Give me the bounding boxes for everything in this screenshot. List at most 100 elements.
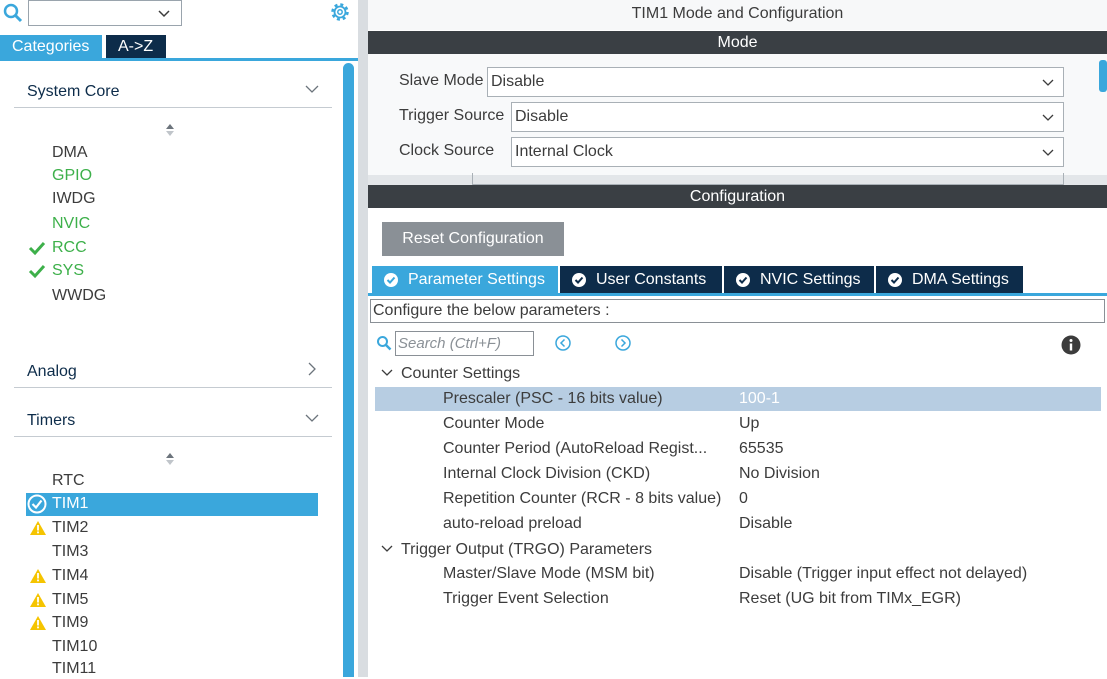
- warning-icon: [30, 616, 46, 630]
- section-timers[interactable]: Timers: [14, 408, 332, 437]
- clock-source-select[interactable]: Internal Clock: [511, 137, 1064, 167]
- sidebar-item-tim4[interactable]: TIM4: [52, 566, 88, 586]
- param-name: Counter Mode: [443, 415, 545, 432]
- sidebar-item-tim2[interactable]: TIM2: [52, 518, 88, 538]
- sidebar-item-tim5[interactable]: TIM5: [52, 590, 88, 610]
- param-row-clock-division[interactable]: Internal Clock Division (CKD) No Divisio…: [375, 462, 1101, 486]
- chevron-down-icon: [158, 10, 170, 18]
- section-analog[interactable]: Analog: [14, 359, 332, 388]
- trigger-source-value: Disable: [515, 108, 569, 125]
- partial-select: [472, 173, 1064, 185]
- sort-arrows-icon[interactable]: [164, 452, 176, 466]
- checkmark-icon: [28, 241, 46, 256]
- param-name: Master/Slave Mode (MSM bit): [443, 565, 655, 582]
- tab-user-constants[interactable]: User Constants: [560, 266, 722, 294]
- sidebar-item-tim9[interactable]: TIM9: [52, 613, 88, 633]
- slave-mode-label: Slave Mode: [399, 72, 484, 89]
- search-icon: [377, 336, 392, 351]
- param-row-counter-mode[interactable]: Counter Mode Up: [375, 412, 1101, 436]
- search-combo[interactable]: [28, 0, 182, 26]
- section-label: Timers: [27, 412, 76, 429]
- tab-categories[interactable]: Categories: [0, 35, 102, 59]
- warning-icon: [30, 569, 46, 583]
- chevron-right-icon: [308, 362, 316, 376]
- check-circle-icon: [736, 273, 750, 287]
- sidebar-item-rcc[interactable]: RCC: [52, 238, 87, 258]
- param-row-trigger-event[interactable]: Trigger Event Selection Reset (UG bit fr…: [375, 587, 1101, 611]
- gear-icon[interactable]: [328, 0, 352, 24]
- check-circle-icon: [572, 273, 586, 287]
- param-value[interactable]: No Division: [739, 462, 820, 486]
- tab-nvic-settings[interactable]: NVIC Settings: [724, 266, 874, 294]
- tab-label: DMA Settings: [912, 271, 1009, 288]
- mode-scrollbar[interactable]: [1099, 60, 1107, 92]
- section-system-core[interactable]: System Core: [14, 79, 332, 108]
- section-label: Analog: [27, 363, 77, 380]
- sidebar-item-iwdg[interactable]: IWDG: [52, 189, 96, 209]
- trigger-source-select[interactable]: Disable: [511, 102, 1064, 132]
- warning-icon: [30, 521, 46, 535]
- panel-divider[interactable]: [358, 0, 368, 677]
- group-trigger-output[interactable]: Trigger Output (TRGO) Parameters: [381, 541, 652, 559]
- param-name: auto-reload preload: [443, 515, 582, 532]
- param-value[interactable]: 100-1: [739, 387, 780, 411]
- tabs-underline: [0, 58, 358, 61]
- param-name: Trigger Event Selection: [443, 590, 609, 607]
- chevron-down-icon: [305, 414, 319, 422]
- sidebar-item-tim11[interactable]: TIM11: [52, 659, 96, 679]
- checkmark-icon: [28, 264, 46, 279]
- param-value[interactable]: Disable: [739, 512, 792, 536]
- chevron-down-icon: [1042, 79, 1054, 86]
- clock-source-value: Internal Clock: [515, 143, 613, 160]
- sidebar-scrollbar[interactable]: [343, 63, 354, 677]
- param-value[interactable]: Reset (UG bit from TIMx_EGR): [739, 587, 961, 611]
- param-value[interactable]: Up: [739, 412, 759, 436]
- chevron-down-icon: [305, 85, 319, 93]
- search-icon[interactable]: [2, 2, 24, 24]
- param-value[interactable]: 0: [739, 487, 748, 511]
- slave-mode-value: Disable: [491, 73, 545, 90]
- group-label: Counter Settings: [401, 365, 521, 382]
- tab-dma-settings[interactable]: DMA Settings: [876, 266, 1023, 294]
- param-name: Internal Clock Division (CKD): [443, 465, 651, 482]
- parameter-search-input[interactable]: Search (Ctrl+F): [395, 331, 534, 356]
- sidebar-item-tim3[interactable]: TIM3: [52, 542, 88, 562]
- param-row-repetition-counter[interactable]: Repetition Counter (RCR - 8 bits value) …: [375, 487, 1101, 511]
- sidebar-item-nvic[interactable]: NVIC: [52, 214, 90, 234]
- check-circle-icon: [384, 273, 398, 287]
- chevron-down-icon: [1042, 149, 1054, 156]
- param-row-prescaler[interactable]: Prescaler (PSC - 16 bits value) 100-1: [375, 387, 1101, 411]
- left-panel: Categories A->Z System Core DMA GPIO IWD…: [0, 0, 358, 677]
- param-row-master-slave-mode[interactable]: Master/Slave Mode (MSM bit) Disable (Tri…: [375, 562, 1101, 586]
- previous-match-icon[interactable]: [555, 335, 571, 351]
- tab-label: User Constants: [596, 271, 707, 288]
- info-icon[interactable]: [1061, 335, 1081, 355]
- sidebar-item-rtc[interactable]: RTC: [52, 471, 85, 491]
- tab-a-to-z[interactable]: A->Z: [106, 35, 166, 59]
- trigger-source-label: Trigger Source: [399, 107, 505, 124]
- mode-header: Mode: [368, 31, 1107, 54]
- reset-configuration-button[interactable]: Reset Configuration: [382, 222, 564, 256]
- warning-icon: [30, 593, 46, 607]
- next-match-icon[interactable]: [615, 335, 631, 351]
- param-value[interactable]: Disable (Trigger input effect not delaye…: [739, 562, 1027, 586]
- chevron-down-icon: [381, 369, 393, 376]
- check-circle-icon: [27, 494, 47, 514]
- param-row-counter-period[interactable]: Counter Period (AutoReload Regist... 655…: [375, 437, 1101, 461]
- param-value[interactable]: 65535: [739, 437, 784, 461]
- tab-label: Parameter Settings: [408, 271, 545, 288]
- tab-parameter-settings[interactable]: Parameter Settings: [372, 266, 558, 294]
- sidebar-item-tim1[interactable]: TIM1: [52, 494, 88, 514]
- group-counter-settings[interactable]: Counter Settings: [381, 365, 520, 383]
- sidebar-item-gpio[interactable]: GPIO: [52, 166, 92, 186]
- param-name: Counter Period (AutoReload Regist...: [443, 440, 708, 457]
- sidebar-item-tim10[interactable]: TIM10: [52, 637, 97, 657]
- group-label: Trigger Output (TRGO) Parameters: [401, 541, 653, 558]
- sidebar-item-wwdg[interactable]: WWDG: [52, 286, 106, 306]
- chevron-down-icon: [381, 545, 393, 552]
- sidebar-item-sys[interactable]: SYS: [52, 261, 84, 281]
- sidebar-item-dma[interactable]: DMA: [52, 143, 88, 163]
- slave-mode-select[interactable]: Disable: [487, 67, 1064, 97]
- sort-arrows-icon[interactable]: [164, 123, 176, 137]
- param-row-auto-reload-preload[interactable]: auto-reload preload Disable: [375, 512, 1101, 536]
